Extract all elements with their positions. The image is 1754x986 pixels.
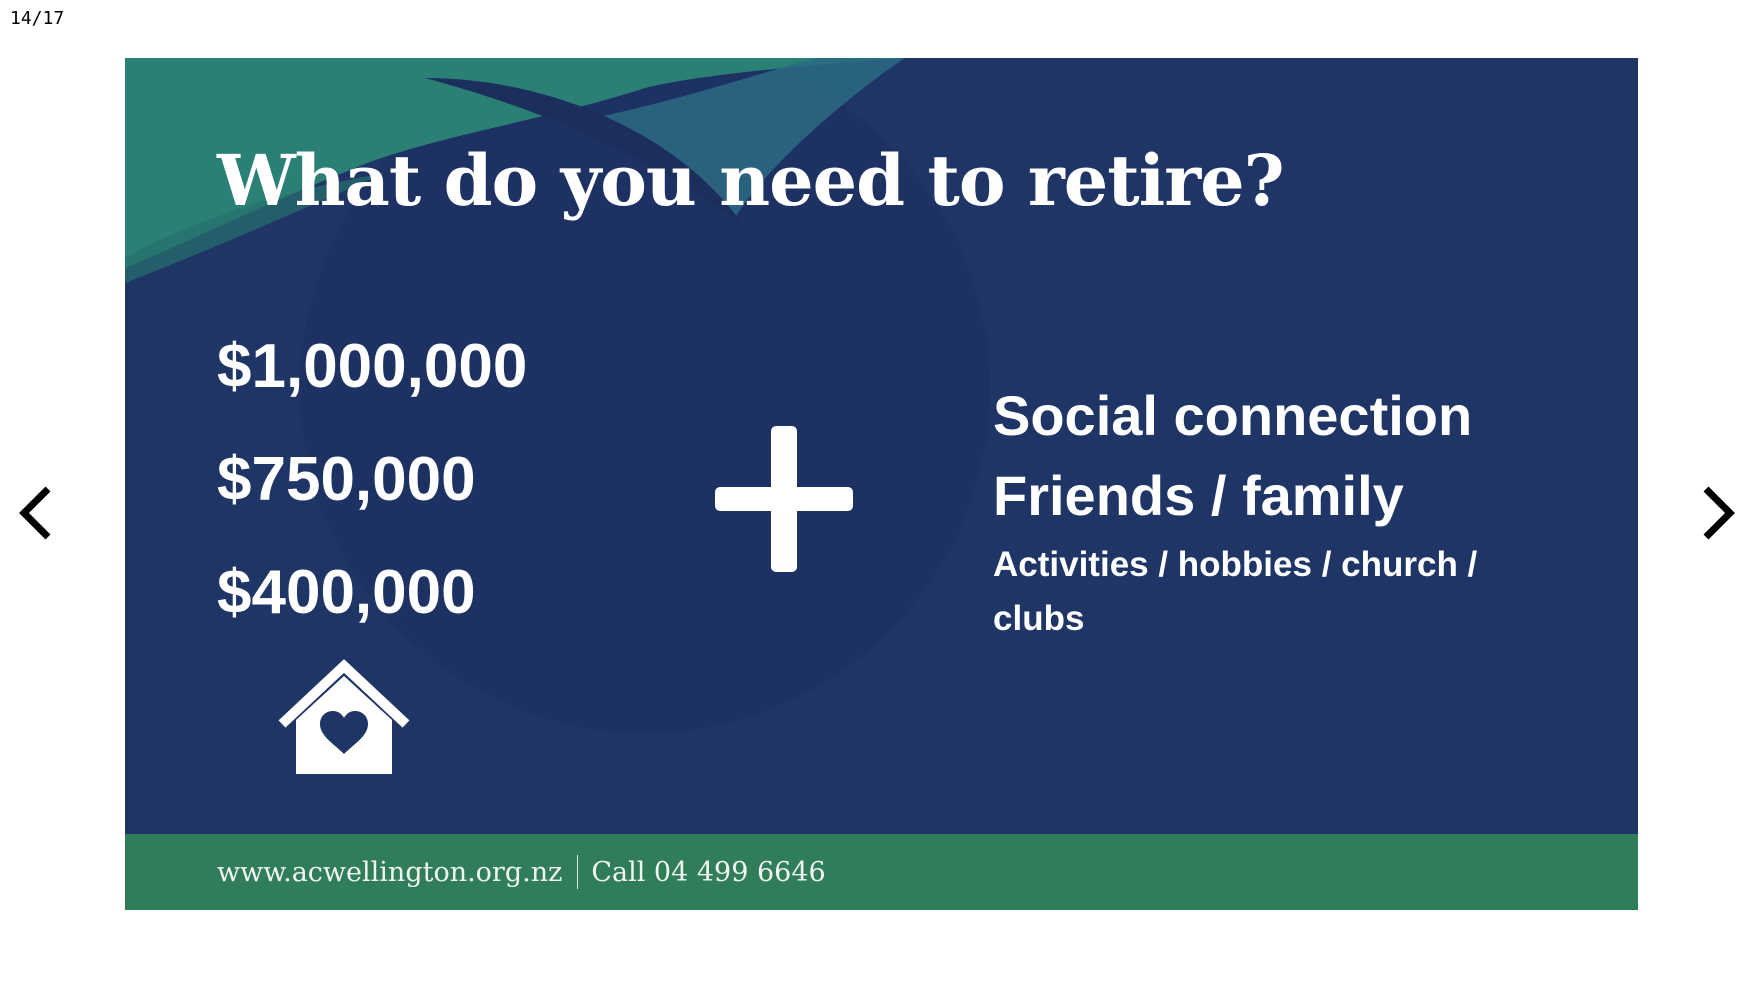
chevron-left-icon xyxy=(19,486,51,540)
previous-slide-button[interactable] xyxy=(6,475,66,551)
social-connection-text: Social connection xyxy=(993,384,1473,447)
amount-1m: $1,000,000 xyxy=(217,332,528,401)
footer-phone: Call 04 499 6646 xyxy=(591,856,826,888)
slide: What do you need to retire? $1,000,000 $… xyxy=(125,58,1638,910)
activities-text: Activities / hobbies / church / clubs xyxy=(993,545,1478,638)
amount-400k: $400,000 xyxy=(217,558,476,627)
footer-divider xyxy=(577,855,579,889)
plus-icon xyxy=(715,426,853,572)
footer-bar: www.acwellington.org.nz Call 04 499 6646 xyxy=(125,834,1638,910)
social-connection-block: Social connection Friends / family Activ… xyxy=(993,376,1573,646)
footer-url: www.acwellington.org.nz xyxy=(217,856,563,888)
slide-title: What do you need to retire? xyxy=(217,139,1285,222)
slide-viewer: 14/17 What do you need to retire? $1,000… xyxy=(0,0,1754,986)
slide-counter: 14/17 xyxy=(10,8,65,29)
chevron-right-icon xyxy=(1703,486,1735,540)
house-heart-icon xyxy=(278,659,410,774)
amount-750k: $750,000 xyxy=(217,445,476,514)
next-slide-button[interactable] xyxy=(1688,475,1748,551)
friends-family-text: Friends / family xyxy=(993,464,1404,527)
